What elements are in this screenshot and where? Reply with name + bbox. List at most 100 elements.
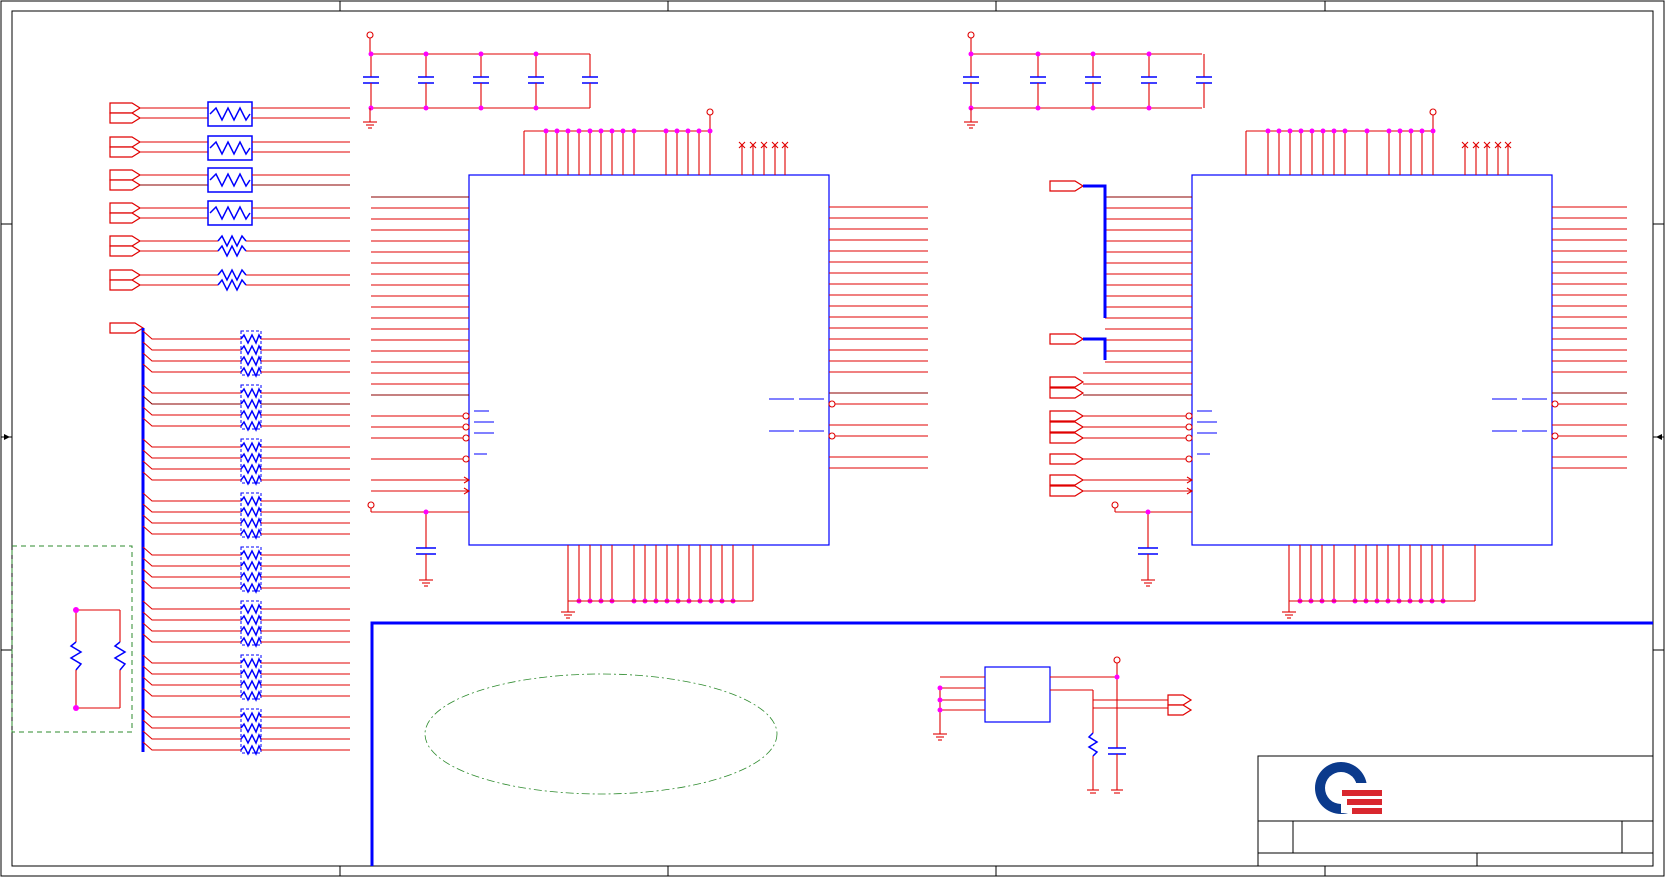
resistor [240,603,262,615]
port-row-2 [109,135,350,161]
bus-entry-wire [142,363,241,373]
bus-entry-wire [142,384,241,394]
signal-port [1049,376,1085,388]
bus-entry-wire [142,676,241,686]
bus-entry-wire [142,449,241,459]
junction-dot [609,128,615,134]
junction-dot [1035,51,1041,57]
junction-dot [1320,128,1326,134]
resistor [240,398,262,410]
port-row-4 [109,200,350,226]
resistor [240,409,262,421]
bus-entry-wire [142,546,241,556]
resistor [240,657,262,669]
ic-body [1191,174,1553,546]
junction-dot [674,128,680,134]
signal-port [1049,485,1085,497]
bus-entry-wire [142,438,241,448]
bus-entry-wire [142,687,241,697]
ferrite-bead [207,101,253,127]
resistor [240,668,262,680]
port-row-6 [109,268,350,292]
schematic-drawing [0,0,1665,877]
resistor-pack [142,600,350,648]
junction-dot [1397,128,1403,134]
signal-port [1049,474,1085,486]
junction-dot [1090,51,1096,57]
resistor [1087,732,1099,757]
ferrite-bead [207,135,253,161]
bus-entry-wire [142,579,241,589]
decoupling-capacitor [363,51,379,111]
port-row-5 [109,234,350,258]
signal-port [1049,387,1085,399]
resistor [240,625,262,637]
junction-dot [423,105,429,111]
junction-dot [368,105,374,111]
bus-entry-wire [142,730,241,740]
ferrite-bead [207,200,253,226]
bus-entry-wire [142,708,241,718]
inverted-pin-bubble [1551,400,1559,408]
bus-entry-wire [142,341,241,351]
bus-entry-wire [142,665,241,675]
junction-dot [1342,128,1348,134]
resistor [240,733,262,745]
junction-dot [620,128,626,134]
bus-entry-wire [142,330,241,340]
decoupling-caps-1 [363,31,598,129]
junction-dot [1146,51,1152,57]
inverted-pin-bubble [1185,423,1193,431]
decoupling-capacitor [963,51,979,111]
decoupling-capacitor [1141,51,1157,111]
bus-entry-wire [142,633,241,643]
signal-port [1049,421,1085,433]
signal-port [1049,453,1085,465]
resistor [240,506,262,518]
bus-entry-wire [142,406,241,416]
resistor [240,344,262,356]
decoupling-capacitor [1085,51,1101,111]
bus-entry-wire [142,557,241,567]
resistor [240,452,262,464]
junction-dot [533,105,539,111]
bus-entry-wire [142,352,241,362]
junction-dot [554,128,560,134]
bus-entry-wire [142,719,241,729]
bus-entry-wire [142,600,241,610]
decoupling-capacitor [1196,54,1212,108]
signal-port [1049,410,1085,422]
resistor [240,333,262,345]
resistor [240,711,262,723]
port-row-3 [109,167,350,193]
junction-dot [631,128,637,134]
junction-dot [423,51,429,57]
junction-dot [368,51,374,57]
junction-dot [576,128,582,134]
resistor [240,560,262,572]
connector-port [1167,694,1193,706]
bypass-cap [367,501,469,587]
resistor-pack [142,330,350,378]
title-block [1257,755,1654,867]
junction-dot [968,51,974,57]
junction-dot [696,128,702,134]
bus-entry-wire [142,417,241,427]
connector-port [1167,704,1193,716]
junction-dot [685,128,691,134]
junction-dot [1287,128,1293,134]
bus-entry-wire [142,492,241,502]
decoupling-capacitor [582,54,598,108]
junction-dot [1364,128,1370,134]
bus-entry-wire [142,503,241,513]
inverted-pin-bubble [1185,434,1193,442]
junction-dot [1276,128,1282,134]
power-flag [706,108,714,116]
resistor [240,517,262,529]
keepout-ellipse [424,673,778,795]
junction-dot [663,128,669,134]
resistor [240,387,262,399]
junction-dot [1309,128,1315,134]
resistor [240,463,262,475]
resistor-pack [142,546,350,594]
